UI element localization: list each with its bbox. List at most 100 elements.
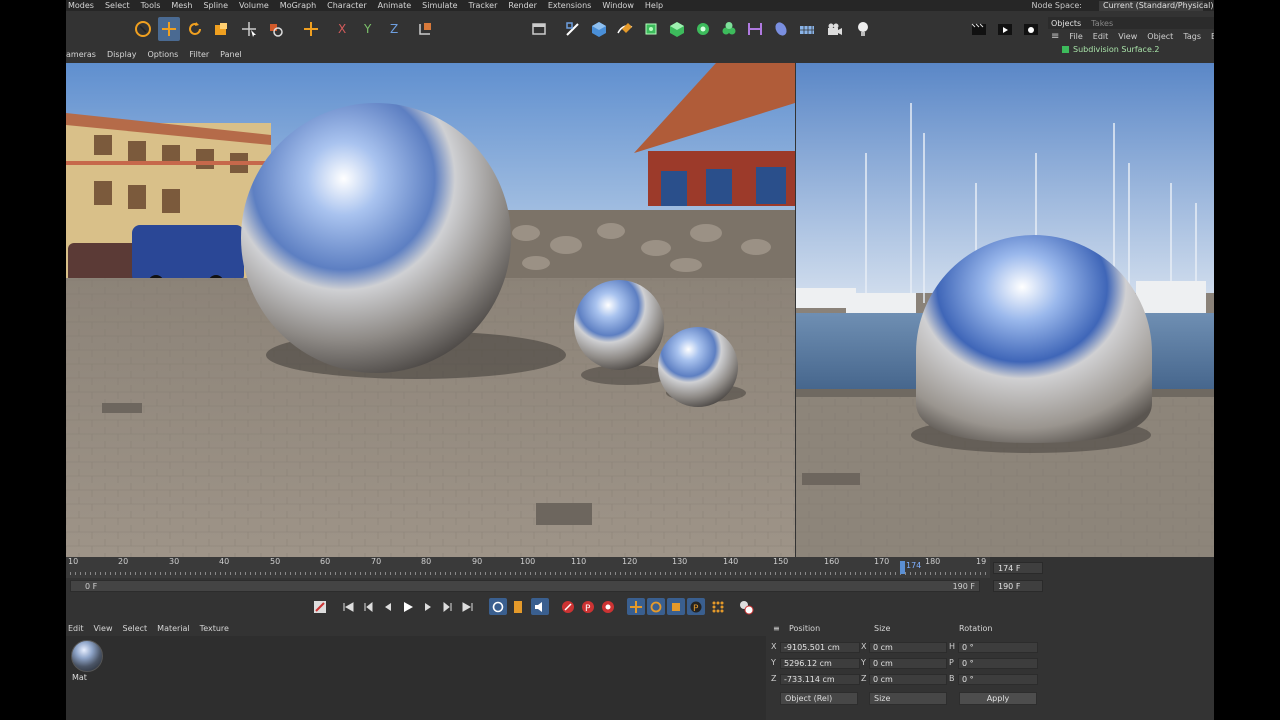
y-axis-lock-icon[interactable]: Y xyxy=(360,17,382,41)
menu-spline[interactable]: Spline xyxy=(203,1,228,10)
objects-menu-file[interactable]: File xyxy=(1069,32,1082,41)
material-name[interactable]: Mat xyxy=(72,673,87,682)
rotation-h-field[interactable]: 0 ° xyxy=(958,642,1038,653)
secondary-viewport[interactable] xyxy=(796,63,1214,557)
position-z-field[interactable]: -733.114 cm xyxy=(780,674,860,685)
live-select-icon[interactable] xyxy=(264,17,286,41)
floor-object-icon[interactable] xyxy=(796,17,818,41)
objects-menu-tags[interactable]: Tags xyxy=(1183,32,1201,41)
position-key-icon[interactable] xyxy=(627,598,645,615)
size-x-field[interactable]: 0 cm xyxy=(869,642,947,653)
coordinate-mode-select[interactable]: Object (Rel) xyxy=(780,692,858,705)
hamburger-icon[interactable]: ≡ xyxy=(773,624,780,633)
size-z-field[interactable]: 0 cm xyxy=(869,674,947,685)
menu-simulate[interactable]: Simulate xyxy=(422,1,457,10)
menu-tools[interactable]: Tools xyxy=(141,1,161,10)
size-mode-select[interactable]: Size xyxy=(869,692,947,705)
parameter-key-icon[interactable]: P xyxy=(687,598,705,615)
undo-icon[interactable] xyxy=(132,17,154,41)
extrude-icon[interactable] xyxy=(666,17,688,41)
next-key-icon[interactable] xyxy=(439,598,457,615)
current-frame-field[interactable]: 174 F xyxy=(993,562,1043,574)
menu-window[interactable]: Window xyxy=(602,1,634,10)
menu-help[interactable]: Help xyxy=(645,1,663,10)
world-coordinates-icon[interactable] xyxy=(414,17,436,41)
record-active-icon[interactable] xyxy=(559,598,577,615)
camera-icon[interactable] xyxy=(824,17,846,41)
fracture-icon[interactable] xyxy=(718,17,740,41)
menu-character[interactable]: Character xyxy=(327,1,367,10)
subdivision-surface-icon[interactable] xyxy=(640,17,662,41)
objects-menu-view[interactable]: View xyxy=(1118,32,1137,41)
tab-objects[interactable]: Objects xyxy=(1051,19,1081,28)
apply-button[interactable]: Apply xyxy=(959,692,1037,705)
previous-frame-icon[interactable] xyxy=(379,598,397,615)
menu-modes[interactable]: Modes xyxy=(68,1,94,10)
position-x-field[interactable]: -9105.501 cm xyxy=(780,642,860,653)
playhead[interactable] xyxy=(900,561,905,574)
menu-mesh[interactable]: Mesh xyxy=(171,1,192,10)
pen-tool-icon[interactable] xyxy=(614,17,636,41)
next-frame-icon[interactable] xyxy=(419,598,437,615)
rotate-tool-icon[interactable] xyxy=(184,17,206,41)
rotation-p-field[interactable]: 0 ° xyxy=(958,658,1038,669)
rotation-b-field[interactable]: 0 ° xyxy=(958,674,1038,685)
spline-pen-icon[interactable] xyxy=(562,17,584,41)
tab-takes[interactable]: Takes xyxy=(1091,19,1113,28)
rotation-key-icon[interactable] xyxy=(647,598,665,615)
material-menu-edit[interactable]: Edit xyxy=(68,624,84,633)
material-menu-select[interactable]: Select xyxy=(122,624,147,633)
field-icon[interactable] xyxy=(770,17,792,41)
loop-icon[interactable] xyxy=(489,598,507,615)
objects-menu-edit[interactable]: Edit xyxy=(1093,32,1109,41)
perspective-viewport[interactable] xyxy=(66,63,795,557)
menu-render[interactable]: Render xyxy=(508,1,536,10)
x-axis-lock-icon[interactable]: X xyxy=(334,17,356,41)
render-view-icon[interactable] xyxy=(528,17,550,41)
scale-tool-icon[interactable] xyxy=(210,17,232,41)
viewport-menu-filter[interactable]: Filter xyxy=(189,50,209,59)
material-menu-view[interactable]: View xyxy=(94,624,113,633)
light-icon[interactable] xyxy=(852,17,874,41)
menu-tracker[interactable]: Tracker xyxy=(469,1,498,10)
move-tool-icon[interactable] xyxy=(158,17,180,41)
render-region-icon[interactable] xyxy=(968,17,990,41)
viewport-menu-cameras[interactable]: ameras xyxy=(66,50,96,59)
menu-mograph[interactable]: MoGraph xyxy=(280,1,316,10)
material-preview[interactable] xyxy=(71,640,103,672)
previous-key-icon[interactable] xyxy=(359,598,377,615)
select-tool-icon[interactable] xyxy=(238,17,260,41)
node-space-dropdown[interactable]: Current (Standard/Physical) xyxy=(1099,0,1213,11)
render-to-picture-viewer-icon[interactable] xyxy=(994,17,1016,41)
object-row[interactable]: Subdivision Surface.2 xyxy=(1048,43,1214,55)
record-icon[interactable] xyxy=(311,598,329,615)
keyframe-mode-icon[interactable] xyxy=(509,598,527,615)
size-y-field[interactable]: 0 cm xyxy=(869,658,947,669)
menu-extensions[interactable]: Extensions xyxy=(548,1,591,10)
deformer-icon[interactable] xyxy=(744,17,766,41)
viewport-menu-panel[interactable]: Panel xyxy=(220,50,242,59)
material-menu-material[interactable]: Material xyxy=(157,624,190,633)
z-axis-lock-icon[interactable]: Z xyxy=(386,17,408,41)
viewport-menu-options[interactable]: Options xyxy=(147,50,178,59)
menu-select[interactable]: Select xyxy=(105,1,130,10)
go-to-start-icon[interactable] xyxy=(339,598,357,615)
point-level-key-icon[interactable] xyxy=(709,598,727,615)
render-settings-icon[interactable] xyxy=(1020,17,1042,41)
menu-animate[interactable]: Animate xyxy=(378,1,412,10)
max-frame-field[interactable]: 190 F xyxy=(993,580,1043,592)
menu-volume[interactable]: Volume xyxy=(239,1,269,10)
position-y-field[interactable]: 5296.12 cm xyxy=(780,658,860,669)
keyframe-selection-icon[interactable] xyxy=(599,598,617,615)
scheme-icon[interactable] xyxy=(737,598,755,615)
coordinate-system-icon[interactable] xyxy=(300,17,322,41)
scale-key-icon[interactable] xyxy=(667,598,685,615)
autokey-icon[interactable]: P xyxy=(579,598,597,615)
sound-icon[interactable] xyxy=(531,598,549,615)
play-icon[interactable] xyxy=(399,598,417,615)
objects-menu-bookmarks[interactable]: Bo xyxy=(1211,32,1214,41)
mograph-cloner-icon[interactable] xyxy=(692,17,714,41)
material-menu-texture[interactable]: Texture xyxy=(200,624,229,633)
frame-range-slider[interactable]: 0 F 190 F xyxy=(70,580,980,592)
hamburger-icon[interactable]: ≡ xyxy=(1051,31,1059,42)
